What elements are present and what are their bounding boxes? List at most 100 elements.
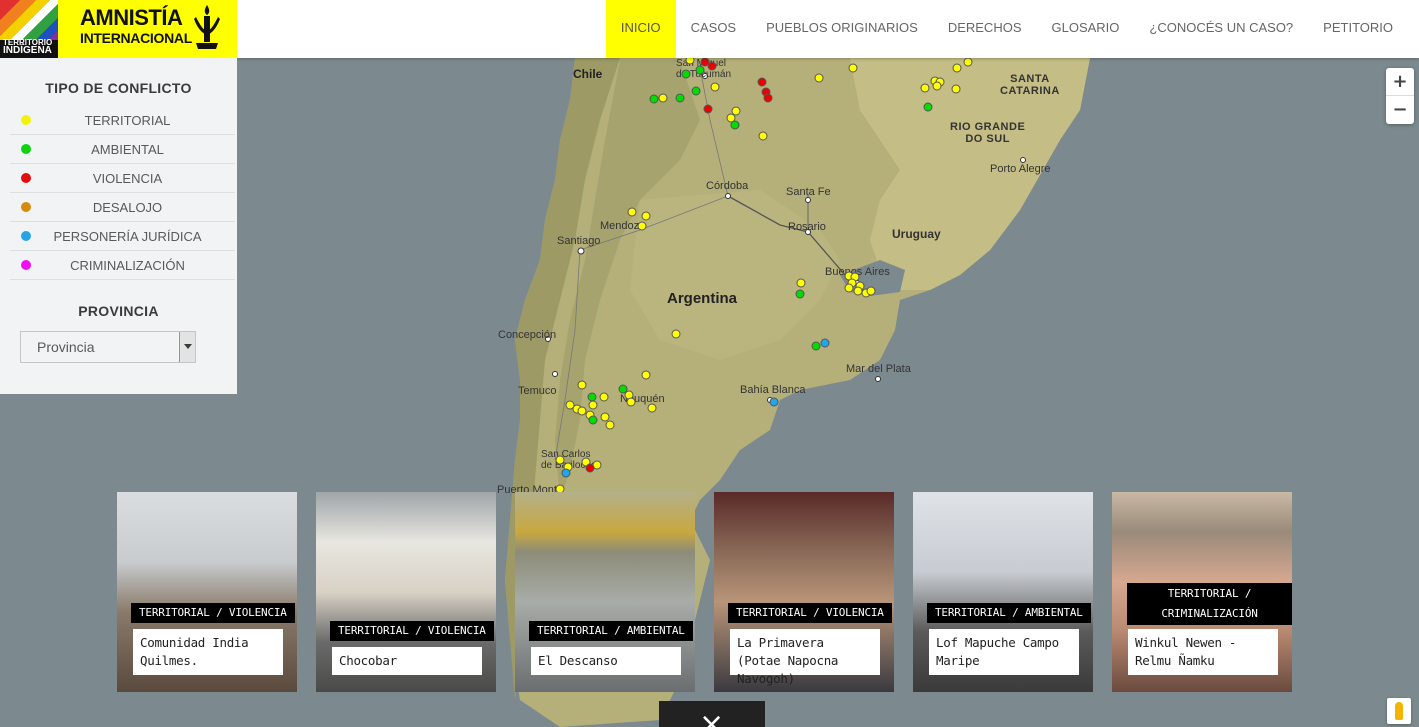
case-marker-icon[interactable]: [649, 94, 659, 104]
zoom-in-button[interactable]: +: [1386, 68, 1414, 96]
conflict-filter-item[interactable]: DESALOJO: [10, 193, 235, 222]
main-nav: INICIO CASOS PUEBLOS ORIGINARIOS DERECHOS GL…: [605, 0, 1408, 58]
case-card[interactable]: TERRITORIAL / AMBIENTAL Lof Mapuche Campo…: [913, 492, 1093, 692]
case-marker-icon[interactable]: [641, 370, 651, 380]
case-marker-icon[interactable]: [866, 286, 876, 296]
case-card[interactable]: TERRITORIAL / VIOLENCIA Comunidad India Q…: [117, 492, 297, 692]
nav-item-3[interactable]: DERECHOS: [933, 0, 1037, 58]
conflict-type-list: TERRITORIAL AMBIENTAL VIOLENCIA DESALOJO PER…: [10, 106, 235, 280]
case-marker-icon[interactable]: [691, 86, 701, 96]
case-name[interactable]: Winkul Newen - Relmu Ñamku: [1128, 629, 1278, 675]
case-marker-icon[interactable]: [585, 463, 595, 473]
case-name[interactable]: Comunidad India Quilmes.: [133, 629, 283, 675]
provincia-select[interactable]: Provincia: [20, 331, 196, 363]
conflict-color-dot-icon: [21, 173, 31, 183]
case-card[interactable]: TERRITORIAL / CRIMINALIZACIÓN Winkul Newe…: [1112, 492, 1292, 692]
chevron-down-icon[interactable]: [179, 332, 195, 362]
conflict-color-dot-icon: [21, 115, 31, 125]
case-marker-icon[interactable]: [647, 403, 657, 413]
map-label-rosario: Rosario: [788, 221, 826, 233]
nav-item-2[interactable]: PUEBLOS ORIGINARIOS: [751, 0, 933, 58]
nav-item-4[interactable]: GLOSARIO: [1037, 0, 1135, 58]
conflict-filter-label: VIOLENCIA: [92, 171, 163, 186]
close-icon: ×: [699, 707, 725, 727]
case-marker-icon[interactable]: [599, 392, 609, 402]
conflict-type-title: TIPO DE CONFLICTO: [45, 80, 192, 96]
case-marker-icon[interactable]: [820, 338, 830, 348]
case-marker-icon[interactable]: [769, 397, 779, 407]
provincia-title: PROVINCIA: [78, 303, 159, 319]
case-marker-icon[interactable]: [675, 93, 685, 103]
case-name[interactable]: Lof Mapuche Campo Maripe: [929, 629, 1079, 675]
case-marker-icon[interactable]: [763, 93, 773, 103]
map-label-mar-del-plata: Mar del Plata: [846, 363, 911, 375]
case-marker-icon[interactable]: [681, 69, 691, 79]
filter-sidebar: TIPO DE CONFLICTO TERRITORIAL AMBIENTAL VI…: [0, 58, 237, 394]
case-marker-icon[interactable]: [627, 207, 637, 217]
case-marker-icon[interactable]: [795, 289, 805, 299]
logo-indigena-line2: INDÍGENA: [3, 45, 52, 56]
case-marker-icon[interactable]: [920, 83, 930, 93]
case-marker-icon[interactable]: [814, 73, 824, 83]
wiphala-icon: [0, 0, 58, 40]
case-marker-icon[interactable]: [758, 131, 768, 141]
zoom-control: + −: [1386, 68, 1414, 124]
nav-item-6[interactable]: PETITORIO: [1308, 0, 1408, 58]
nav-item-1[interactable]: CASOS: [676, 0, 752, 58]
logo-ai-line2: INTERNACIONAL: [80, 30, 192, 46]
conflict-filter-item[interactable]: TERRITORIAL: [10, 106, 235, 135]
conflict-filter-label: AMBIENTAL: [91, 142, 164, 157]
conflict-filter-item[interactable]: VIOLENCIA: [10, 164, 235, 193]
case-marker-icon[interactable]: [707, 61, 717, 71]
street-view-pegman-icon[interactable]: [1387, 698, 1411, 724]
zoom-out-button[interactable]: −: [1386, 96, 1414, 124]
amnistia-logo-text: AMNISTÍA INTERNACIONAL: [80, 7, 192, 48]
nav-item-5[interactable]: ¿CONOCÉS UN CASO?: [1134, 0, 1308, 58]
case-marker-icon[interactable]: [963, 57, 973, 67]
case-name[interactable]: Chocobar: [332, 647, 482, 675]
case-marker-icon[interactable]: [730, 120, 740, 130]
case-card[interactable]: TERRITORIAL / VIOLENCIA Chocobar: [316, 492, 496, 692]
case-marker-icon[interactable]: [848, 63, 858, 73]
case-marker-icon[interactable]: [626, 397, 636, 407]
case-marker-icon[interactable]: [555, 455, 565, 465]
conflict-filter-item[interactable]: AMBIENTAL: [10, 135, 235, 164]
nav-item-0[interactable]: INICIO: [605, 0, 676, 58]
case-marker-icon[interactable]: [844, 283, 854, 293]
conflict-filter-label: TERRITORIAL: [84, 113, 171, 128]
case-card[interactable]: TERRITORIAL / VIOLENCIA La Primavera (Pot…: [714, 492, 894, 692]
case-marker-icon[interactable]: [703, 104, 713, 114]
amnistia-logo[interactable]: AMNISTÍA INTERNACIONAL: [58, 0, 237, 58]
case-name[interactable]: La Primavera (Potae Napocna Navogoh): [730, 629, 880, 686]
case-marker-icon[interactable]: [588, 400, 598, 410]
candle-icon: [194, 5, 220, 49]
case-marker-icon[interactable]: [577, 380, 587, 390]
case-marker-icon[interactable]: [637, 221, 647, 231]
case-marker-icon[interactable]: [932, 81, 942, 91]
case-marker-icon[interactable]: [671, 329, 681, 339]
conflict-color-dot-icon: [21, 260, 31, 270]
case-marker-icon[interactable]: [605, 420, 615, 430]
case-marker-icon[interactable]: [658, 93, 668, 103]
case-conflict-tag: TERRITORIAL / VIOLENCIA: [330, 621, 494, 641]
case-marker-icon[interactable]: [952, 63, 962, 73]
case-marker-icon[interactable]: [641, 211, 651, 221]
case-marker-icon[interactable]: [811, 341, 821, 351]
case-marker-icon[interactable]: [710, 82, 720, 92]
case-marker-icon[interactable]: [561, 468, 571, 478]
case-card[interactable]: TERRITORIAL / AMBIENTAL El Descanso: [515, 492, 695, 692]
conflict-filter-item[interactable]: CRIMINALIZACIÓN: [10, 251, 235, 280]
case-name[interactable]: El Descanso: [531, 647, 681, 675]
territorio-indigena-logo[interactable]: TERRITORIO INDÍGENA: [0, 0, 58, 58]
map-label-santa-fe: Santa Fe: [786, 186, 831, 198]
case-marker-icon[interactable]: [923, 102, 933, 112]
conflict-filter-label: PERSONERÍA JURÍDICA: [53, 229, 202, 244]
case-marker-icon[interactable]: [951, 84, 961, 94]
case-marker-icon[interactable]: [757, 77, 767, 87]
case-marker-icon[interactable]: [695, 65, 705, 75]
case-marker-icon[interactable]: [796, 278, 806, 288]
conflict-filter-item[interactable]: PERSONERÍA JURÍDICA: [10, 222, 235, 251]
case-marker-icon[interactable]: [588, 415, 598, 425]
map-label-rio-grande: RIO GRANDE DO SUL: [950, 121, 1026, 145]
close-cards-button[interactable]: ×: [659, 701, 765, 727]
